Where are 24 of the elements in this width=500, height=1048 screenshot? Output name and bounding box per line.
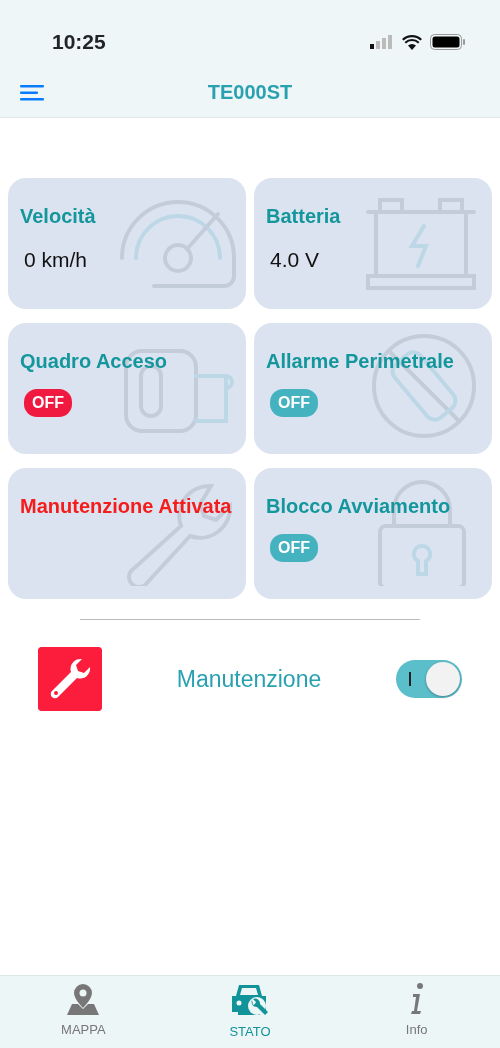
map-pin-icon [65,982,102,1016]
card-value: 0 km/h [24,247,89,273]
state-pill: OFF [270,534,318,562]
battery-icon [430,34,466,50]
wrench-icon [38,647,102,711]
maintenance-toggle[interactable] [396,660,462,698]
card-title: Velocità [20,204,97,228]
header-title: TE000ST [207,79,293,105]
tab[interactable]: Info [333,976,500,1048]
card-title: Blocco Avviamento [266,494,452,518]
card-title: Batteria [266,204,342,228]
maintenance-label: Manutenzione [176,664,322,694]
wifi-icon [402,34,422,50]
card-title: Allarme Perimetrale [266,349,455,373]
state-pill: OFF [270,389,318,417]
status-time: 10:25 [52,29,106,56]
card-value: 4.0 V [270,247,321,273]
car-wrench-icon [230,982,270,1018]
signal-icon [370,35,394,49]
tab[interactable]: MAPPA [0,976,167,1048]
state-pill: OFF [24,389,72,417]
card-title: Quadro Acceso [20,349,169,373]
card-title: Manutenzione Attivata [20,494,233,518]
tab[interactable]: STATO [166,976,334,1048]
